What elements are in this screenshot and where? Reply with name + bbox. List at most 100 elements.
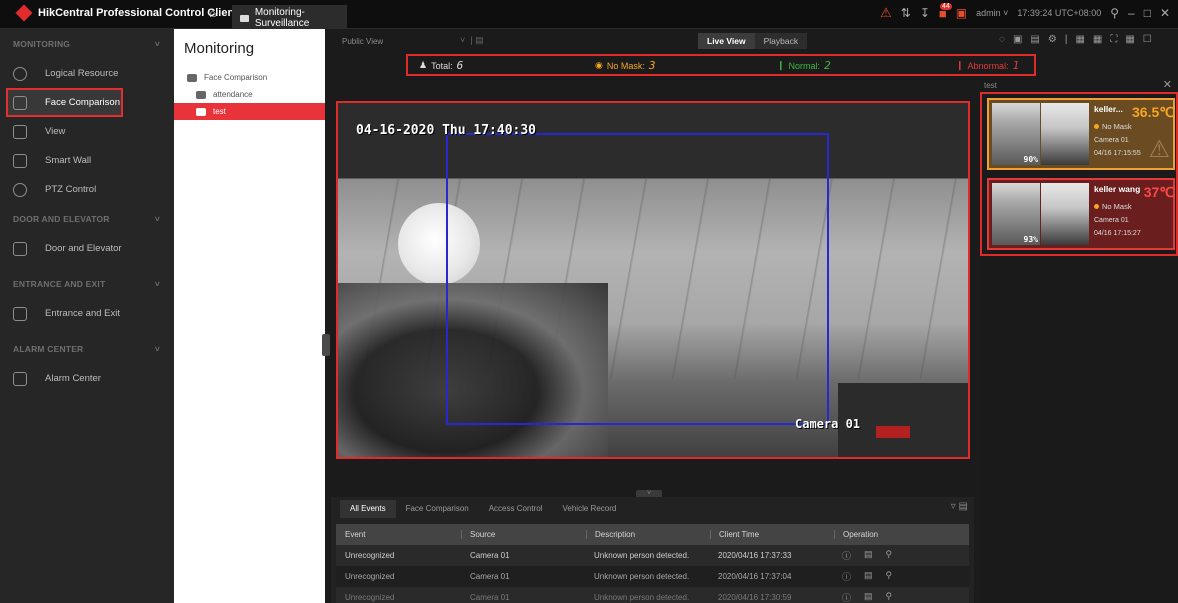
tab-face-comparison[interactable]: Face Comparison [396, 500, 479, 518]
face-match-card[interactable]: 90% keller... 36.5℃ No Mask Camera 01 04… [987, 98, 1175, 170]
stat-value: 2 [824, 59, 831, 72]
column-header[interactable]: Event [336, 530, 461, 539]
tab-access-control[interactable]: Access Control [479, 500, 553, 518]
stat-total: ♟ Total: 6 [419, 59, 463, 72]
search-icon[interactable]: ⚲ [886, 591, 893, 603]
event-alarm-icon[interactable]: ■ 44 [939, 2, 952, 21]
public-view-label[interactable]: Public View [342, 37, 383, 46]
nav-section-alarm-center[interactable]: ALARM CENTER ˅ [0, 334, 174, 364]
column-header[interactable]: Client Time [710, 530, 834, 539]
minimize-icon[interactable]: – [1128, 6, 1135, 20]
stat-label: Abnormal: [967, 60, 1009, 71]
info-icon[interactable]: ⓘ [842, 591, 851, 603]
export-icon[interactable]: ▤ [864, 549, 873, 562]
fullscreen-icon[interactable]: ⛶ [1110, 34, 1117, 45]
view-toolbar: Public View ˅ | ▤ Live View Playback [331, 29, 974, 53]
wall-icon [13, 153, 27, 168]
clock: 17:39:24 UTC+08:00 [1017, 8, 1102, 18]
similarity-score: 90% [1023, 155, 1038, 164]
tree-item-face-comparison[interactable]: Face Comparison [174, 69, 325, 86]
tree-item-test[interactable]: test [174, 103, 325, 120]
tab-label: Monitoring-Surveillance [254, 7, 310, 29]
screenshot-icon[interactable]: ▣ [956, 6, 967, 20]
group-icon [187, 73, 197, 82]
face-icon [13, 95, 27, 110]
home-icon[interactable]: ⌂ [209, 6, 223, 20]
nav-item-door-elevator[interactable]: Door and Elevator [0, 234, 174, 263]
arrows-icon[interactable]: ⇅ [901, 6, 911, 20]
playback-button[interactable]: Playback [754, 33, 808, 49]
layout-icon[interactable]: ▦ [1125, 34, 1134, 45]
nav-item-face-comparison[interactable]: Face Comparison [6, 88, 123, 117]
nav-item-smart-wall[interactable]: Smart Wall [0, 146, 174, 175]
search-icon[interactable]: ⚲ [886, 549, 893, 562]
export-icon[interactable]: ▤ [864, 591, 873, 603]
column-header[interactable]: Source [461, 530, 586, 539]
user-menu[interactable]: admin ˅ [976, 8, 1008, 18]
card-info: keller wang 37℃ No Mask Camera 01 04/16 … [1094, 184, 1176, 237]
info-icon[interactable]: ⓘ [842, 570, 851, 583]
settings-icon[interactable]: ⚙ [1048, 34, 1057, 45]
description-cell: Unknown person detected. [594, 551, 690, 560]
camera-name: Camera 01 [1094, 217, 1129, 224]
nav-item-alarm-center[interactable]: Alarm Center [0, 364, 174, 393]
app-title: HikCentral Professional Control Client [38, 7, 238, 19]
stat-value: 6 [456, 59, 464, 72]
filter-icon[interactable]: ▿ [951, 501, 956, 512]
info-icon[interactable]: ⓘ [842, 549, 851, 562]
view-mode-switch: Live View Playback [698, 33, 808, 49]
delete-icon[interactable]: ▤ [959, 501, 968, 512]
nav-item-label: Entrance and Exit [45, 308, 120, 319]
person-icon: ♟ [419, 60, 428, 70]
video-camera-label: Camera 01 [795, 417, 861, 431]
view-icon [13, 124, 27, 139]
grid-icon[interactable]: ▦ [1093, 34, 1102, 45]
nav-section-label: ALARM CENTER [13, 344, 84, 354]
download-icon[interactable]: ↧ [920, 6, 930, 20]
close-icon[interactable]: ✕ [1163, 78, 1172, 91]
tab-monitoring-surveillance[interactable]: Monitoring-Surveillance [232, 5, 347, 29]
nav-section-door-elevator[interactable]: DOOR AND ELEVATOR ˅ [0, 204, 174, 234]
stat-no-mask: ◉ No Mask: 3 [595, 59, 656, 72]
thermometer-icon: ❙ [777, 60, 785, 70]
barrier-icon [13, 306, 27, 321]
popout-icon[interactable]: ☐ [1143, 34, 1152, 45]
event-cell: Unrecognized [345, 572, 395, 581]
table-row[interactable]: Unrecognized Camera 01 Unknown person de… [336, 566, 969, 587]
export-icon[interactable]: ▤ [864, 570, 873, 583]
nav-item-ptz-control[interactable]: PTZ Control [0, 175, 174, 204]
nav-item-logical-resource[interactable]: Logical Resource [0, 59, 174, 88]
alarm-icon[interactable]: ⚠ [880, 5, 892, 21]
window-division-icon[interactable]: ▦ [1075, 34, 1084, 45]
ptz-icon[interactable]: ◌ [999, 34, 1005, 45]
tab-all-events[interactable]: All Events [340, 500, 396, 518]
time-cell: 2020/04/16 17:37:04 [718, 572, 792, 581]
tree-item-attendance[interactable]: attendance [174, 86, 325, 103]
nav-item-label: PTZ Control [45, 184, 97, 195]
view-dropdown-icon[interactable]: ˅ | ▤ [460, 35, 484, 46]
record-icon[interactable]: ▤ [1030, 34, 1039, 45]
table-row[interactable]: Unrecognized Camera 01 Unknown person de… [336, 587, 969, 603]
table-row[interactable]: Unrecognized Camera 01 Unknown person de… [336, 545, 969, 566]
collapse-panel-handle[interactable] [322, 334, 330, 356]
globe-icon [13, 66, 27, 81]
lock-icon[interactable]: ⚲ [1110, 6, 1119, 20]
nav-item-view[interactable]: View [0, 117, 174, 146]
alarm-count-badge: 44 [939, 2, 952, 10]
main-area: Public View ˅ | ▤ Live View Playback ♟ T… [331, 29, 1036, 603]
live-view-button[interactable]: Live View [698, 33, 755, 49]
restore-icon[interactable]: □ [1144, 6, 1151, 20]
group-icon [196, 107, 206, 116]
close-icon[interactable]: ✕ [1160, 6, 1170, 20]
nav-section-monitoring[interactable]: MONITORING ˅ [0, 29, 174, 59]
nav-item-label: View [45, 126, 66, 137]
column-header[interactable]: Description [586, 530, 710, 539]
nav-item-entrance-exit[interactable]: Entrance and Exit [0, 299, 174, 328]
live-video-window[interactable]: 04-16-2020 Thu 17:40:30 Camera 01 [336, 101, 970, 459]
face-match-cards: 90% keller... 36.5℃ No Mask Camera 01 04… [980, 92, 1178, 256]
search-icon[interactable]: ⚲ [886, 570, 893, 583]
face-match-card[interactable]: 93% keller wang 37℃ No Mask Camera 01 04… [987, 178, 1175, 250]
tab-vehicle-record[interactable]: Vehicle Record [553, 500, 627, 518]
nav-section-entrance-exit[interactable]: ENTRANCE AND EXIT ˅ [0, 269, 174, 299]
capture-icon[interactable]: ▣ [1013, 34, 1022, 45]
